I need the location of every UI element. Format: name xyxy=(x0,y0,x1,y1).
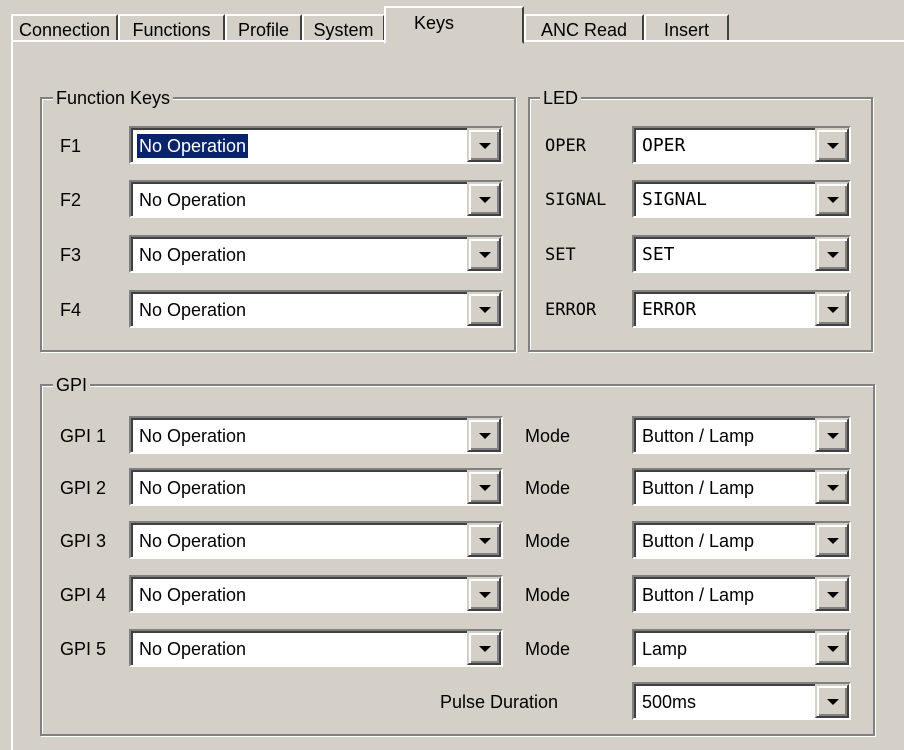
led-oper-select[interactable]: OPER xyxy=(632,126,851,164)
f2-select[interactable]: No Operation xyxy=(129,180,503,218)
led-signal-value: SIGNAL xyxy=(642,189,708,210)
led-signal-select[interactable]: SIGNAL xyxy=(632,180,851,218)
gpi5-select[interactable]: No Operation xyxy=(129,629,503,667)
gpi-title: GPI xyxy=(53,374,91,396)
gpi4-mode-value: Button / Lamp xyxy=(642,585,755,605)
pulse-duration-select[interactable]: 500ms xyxy=(632,682,851,720)
gpi1-mode-select[interactable]: Button / Lamp xyxy=(632,416,851,454)
chevron-down-icon[interactable] xyxy=(815,577,849,611)
chevron-down-icon[interactable] xyxy=(815,237,849,271)
gpi4-mode-label: Mode xyxy=(525,585,571,605)
f3-label: F3 xyxy=(60,245,82,265)
f3-select[interactable]: No Operation xyxy=(129,235,503,273)
f4-select[interactable]: No Operation xyxy=(129,290,503,328)
gpi2-mode-value: Button / Lamp xyxy=(642,478,755,498)
tab-system[interactable]: System xyxy=(302,14,385,42)
pulse-duration-label: Pulse Duration xyxy=(440,692,559,712)
led-oper-label: OPER xyxy=(545,136,586,156)
gpi5-value: No Operation xyxy=(139,639,247,659)
gpi3-mode-label: Mode xyxy=(525,531,571,551)
chevron-down-icon[interactable] xyxy=(815,523,849,557)
gpi4-mode-select[interactable]: Button / Lamp xyxy=(632,575,851,613)
gpi1-label: GPI 1 xyxy=(60,426,107,446)
gpi5-label: GPI 5 xyxy=(60,639,107,659)
gpi2-mode-label: Mode xyxy=(525,478,571,498)
gpi2-value: No Operation xyxy=(139,478,247,498)
led-error-label: ERROR xyxy=(545,300,597,320)
chevron-down-icon[interactable] xyxy=(815,182,849,216)
chevron-down-icon[interactable] xyxy=(467,237,501,271)
led-title: LED xyxy=(540,87,582,109)
gpi3-value: No Operation xyxy=(139,531,247,551)
function-keys-title: Function Keys xyxy=(53,87,174,109)
chevron-down-icon[interactable] xyxy=(467,182,501,216)
f2-value: No Operation xyxy=(139,190,247,210)
gpi4-value: No Operation xyxy=(139,585,247,605)
led-set-label: SET xyxy=(545,245,576,265)
f4-label: F4 xyxy=(60,300,82,320)
led-error-select[interactable]: ERROR xyxy=(632,290,851,328)
chevron-down-icon[interactable] xyxy=(467,418,501,452)
chevron-down-icon[interactable] xyxy=(467,470,501,504)
tab-insert[interactable]: Insert xyxy=(644,14,729,42)
gpi1-mode-value: Button / Lamp xyxy=(642,426,755,446)
tab-anc-read[interactable]: ANC Read xyxy=(524,14,644,42)
chevron-down-icon[interactable] xyxy=(815,470,849,504)
gpi5-mode-value: Lamp xyxy=(642,639,688,659)
f2-label: F2 xyxy=(60,190,82,210)
gpi3-label: GPI 3 xyxy=(60,531,107,551)
tab-connection[interactable]: Connection xyxy=(11,14,118,42)
tab-functions[interactable]: Functions xyxy=(118,14,225,42)
f3-value: No Operation xyxy=(139,245,247,265)
chevron-down-icon[interactable] xyxy=(815,684,849,718)
gpi1-value: No Operation xyxy=(139,426,247,446)
chevron-down-icon[interactable] xyxy=(467,523,501,557)
chevron-down-icon[interactable] xyxy=(815,128,849,162)
f1-label: F1 xyxy=(60,136,82,156)
gpi2-mode-select[interactable]: Button / Lamp xyxy=(632,468,851,506)
gpi3-mode-value: Button / Lamp xyxy=(642,531,755,551)
tab-keys[interactable]: Keys xyxy=(384,6,524,44)
gpi4-label: GPI 4 xyxy=(60,585,107,605)
gpi3-mode-select[interactable]: Button / Lamp xyxy=(632,521,851,559)
gpi1-mode-label: Mode xyxy=(525,426,571,446)
chevron-down-icon[interactable] xyxy=(815,292,849,326)
chevron-down-icon[interactable] xyxy=(815,418,849,452)
led-set-select[interactable]: SET xyxy=(632,235,851,273)
gpi4-select[interactable]: No Operation xyxy=(129,575,503,613)
pulse-duration-value: 500ms xyxy=(642,692,697,712)
chevron-down-icon[interactable] xyxy=(815,631,849,665)
led-oper-value: OPER xyxy=(642,135,686,156)
gpi5-mode-select[interactable]: Lamp xyxy=(632,629,851,667)
f4-value: No Operation xyxy=(139,300,247,320)
chevron-down-icon[interactable] xyxy=(467,577,501,611)
gpi1-select[interactable]: No Operation xyxy=(129,416,503,454)
f1-value: No Operation xyxy=(135,133,250,159)
chevron-down-icon[interactable] xyxy=(467,292,501,326)
led-signal-label: SIGNAL xyxy=(545,190,607,210)
chevron-down-icon[interactable] xyxy=(467,128,501,162)
tab-profile[interactable]: Profile xyxy=(225,14,302,42)
gpi3-select[interactable]: No Operation xyxy=(129,521,503,559)
gpi2-label: GPI 2 xyxy=(60,478,107,498)
f1-select[interactable]: No Operation xyxy=(129,126,503,164)
gpi5-mode-label: Mode xyxy=(525,639,571,659)
led-error-value: ERROR xyxy=(642,299,697,320)
chevron-down-icon[interactable] xyxy=(467,631,501,665)
gpi2-select[interactable]: No Operation xyxy=(129,468,503,506)
led-set-value: SET xyxy=(642,244,675,265)
